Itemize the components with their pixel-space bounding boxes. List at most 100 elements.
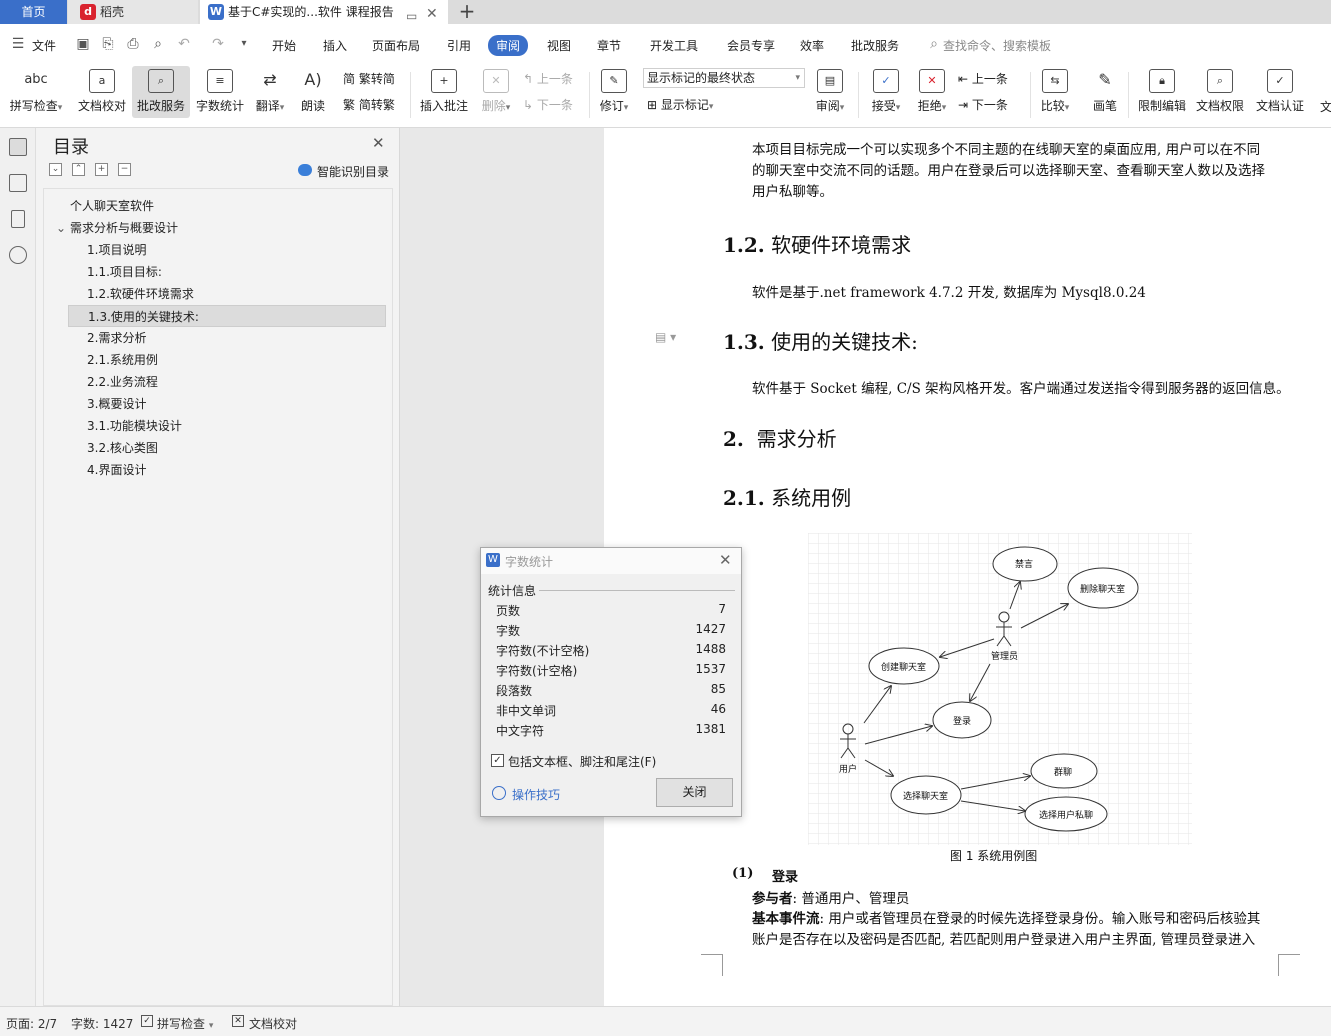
redo-icon[interactable]: ↷	[210, 36, 226, 52]
close-tab-icon[interactable]: ✕	[426, 2, 438, 26]
show-markup-button[interactable]: ⊞ 显示标记▾	[647, 96, 713, 113]
page-indicator[interactable]: 页面: 2/7	[6, 1015, 57, 1032]
menu-start[interactable]: 开始	[272, 37, 296, 54]
quick-access-dropdown-icon[interactable]: ▾	[236, 36, 252, 52]
doc-proof-status[interactable]: 文档校对	[249, 1015, 297, 1032]
collapse-all-icon[interactable]: ⌄	[49, 163, 62, 176]
next-comment-button[interactable]: ↳ 下一条	[523, 96, 573, 113]
menu-efficiency[interactable]: 效率	[800, 37, 824, 54]
toc-item[interactable]: 3.2.核心类图	[44, 437, 392, 459]
menu-insert[interactable]: 插入	[323, 37, 347, 54]
usecase-label: 群聊	[1054, 768, 1073, 778]
stat-row: 非中文单词 46	[496, 702, 726, 718]
toc-item[interactable]: 3.概要设计	[44, 393, 392, 415]
add-level-icon[interactable]: +	[95, 163, 108, 176]
toc-item[interactable]: ⌄ 需求分析与概要设计	[44, 217, 392, 239]
menu-review-service[interactable]: 批改服务	[851, 37, 899, 54]
bookmark-icon[interactable]	[11, 210, 25, 228]
tips-link[interactable]: 操作技巧	[512, 786, 560, 803]
hamburger-icon[interactable]: ☰	[10, 36, 26, 52]
next-change-button[interactable]: ⇥ 下一条	[958, 96, 1008, 113]
toc-item[interactable]: 2.1.系统用例	[44, 349, 392, 371]
review-pane-button[interactable]: ▤ 审阅▾	[812, 66, 848, 118]
tab-daoke[interactable]: d 稻壳	[68, 0, 198, 24]
spell-check-status[interactable]: 拼写检查 ▾	[157, 1015, 213, 1032]
close-icon[interactable]: ✕	[719, 551, 732, 569]
ribbon-divider	[410, 72, 411, 118]
track-changes-button[interactable]: ✎ 修订▾	[596, 66, 632, 118]
smart-toc-button[interactable]: 智能识别目录	[317, 163, 389, 180]
toc-item[interactable]: 3.1.功能模块设计	[44, 415, 392, 437]
insert-comment-button[interactable]: + 插入批注	[418, 66, 470, 118]
prev-comment-button[interactable]: ↰ 上一条	[523, 70, 573, 87]
menu-file[interactable]: 文件	[32, 37, 56, 54]
chapter-nav-icon[interactable]	[9, 174, 27, 192]
close-icon[interactable]: ✕	[372, 134, 385, 152]
tab-home[interactable]: 首页	[0, 0, 67, 24]
toc-icon[interactable]	[9, 138, 27, 156]
reject-button[interactable]: ✕ 拒绝▾	[912, 66, 952, 118]
simp-to-trad-button[interactable]: 繁 简转繁	[343, 96, 395, 113]
accept-button[interactable]: ✓ 接受▾	[866, 66, 906, 118]
save-icon[interactable]: ▣	[75, 36, 91, 52]
compare-button[interactable]: ⇆ 比较▾	[1036, 66, 1074, 118]
heading-1-3: 1.3. 使用的关键技术:	[723, 330, 918, 354]
writer-logo-icon: W	[208, 4, 224, 20]
menu-review[interactable]: 审阅	[488, 35, 529, 56]
command-search-input[interactable]: 查找命令、搜索模板	[943, 37, 1051, 54]
show-markup-icon: ⊞	[647, 98, 658, 112]
toc-item[interactable]: 1.2.软硬件环境需求	[44, 283, 392, 305]
paragraph-menu-icon[interactable]: ▤ ▾	[655, 330, 676, 344]
menu-bar: ☰ 文件 ▣ ⎘ ⎙ ⌕ ↶ ↷ ▾ 开始 插入 页面布局 引用 审阅 视图 章…	[0, 24, 1331, 66]
menu-view[interactable]: 视图	[547, 37, 571, 54]
markup-state-select[interactable]: 显示标记的最终状态 ▾	[643, 68, 805, 88]
include-textbox-label[interactable]: 包括文本框、脚注和尾注(F)	[508, 753, 656, 770]
doc-cert-button[interactable]: ✓ 文档认证	[1254, 66, 1306, 118]
include-textbox-checkbox[interactable]: ✓	[491, 754, 504, 767]
close-button[interactable]: 关闭	[656, 778, 733, 807]
toc-item[interactable]: 1.项目说明	[44, 239, 392, 261]
preview-icon[interactable]: ⌕	[150, 36, 166, 52]
read-aloud-button[interactable]: A) 朗读	[298, 66, 328, 118]
chevron-down-icon[interactable]: ⌄	[56, 217, 66, 239]
usecase-label: 禁言	[1015, 560, 1034, 570]
menu-member[interactable]: 会员专享	[727, 37, 775, 54]
new-tab-button[interactable]: +	[455, 0, 479, 24]
pen-button[interactable]: ✎ 画笔	[1090, 66, 1120, 118]
remove-level-icon[interactable]: −	[118, 163, 131, 176]
tab-document[interactable]: W 基于C#实现的...软件 课程报告 ▭ ✕	[200, 0, 448, 24]
review-service-button[interactable]: ⌕ 批改服务	[132, 66, 190, 118]
search-icon[interactable]	[9, 246, 27, 264]
trad-to-simp-button[interactable]: 简 繁转简	[343, 70, 395, 87]
restrict-edit-button[interactable]: 🔒︎ 限制编辑	[1136, 66, 1188, 118]
translate-button[interactable]: ⇄ 翻译▾	[252, 66, 288, 118]
tab-daoke-label: 稻壳	[100, 5, 125, 19]
export-icon[interactable]: ⎘	[100, 36, 116, 52]
next-comment-icon: ↳	[523, 98, 534, 112]
toc-item[interactable]: 4.界面设计	[44, 459, 392, 481]
expand-all-icon[interactable]: ⌃	[72, 163, 85, 176]
dialog-titlebar[interactable]: W 字数统计 ✕	[481, 548, 741, 574]
use-case-diagram[interactable]: 禁言 删除聊天室 管理员 创建聊天室 登录 用户 选择聊天室 群聊 选择用户私聊	[808, 533, 1192, 845]
toc-item-selected[interactable]: 1.3.使用的关键技术:	[68, 305, 386, 327]
menu-reference[interactable]: 引用	[447, 37, 471, 54]
menu-page-layout[interactable]: 页面布局	[372, 37, 420, 54]
dialog-title: 字数统计	[505, 555, 554, 569]
toc-item[interactable]: 2.需求分析	[44, 327, 392, 349]
menu-chapter[interactable]: 章节	[597, 37, 621, 54]
spell-check-button[interactable]: abc 拼写检查▾	[6, 66, 66, 118]
toc-item[interactable]: 个人聊天室软件	[44, 195, 392, 217]
delete-comment-button[interactable]: ✕ 删除▾	[476, 66, 516, 118]
doc-proof-button[interactable]: a 文档校对	[76, 66, 128, 118]
prev-change-button[interactable]: ⇤ 上一条	[958, 70, 1008, 87]
undo-icon[interactable]: ↶	[176, 36, 192, 52]
ribbon-more-button[interactable]: 文	[1320, 98, 1331, 115]
doc-permission-button[interactable]: ⌕ 文档权限	[1194, 66, 1246, 118]
word-count-button[interactable]: ≡ 字数统计	[194, 66, 246, 118]
print-icon[interactable]: ⎙	[125, 36, 141, 52]
writer-logo-icon: W	[486, 553, 500, 567]
menu-dev-tools[interactable]: 开发工具	[650, 37, 698, 54]
toc-item[interactable]: 1.1.项目目标:	[44, 261, 392, 283]
toc-item[interactable]: 2.2.业务流程	[44, 371, 392, 393]
word-count-indicator[interactable]: 字数: 1427	[71, 1015, 133, 1032]
